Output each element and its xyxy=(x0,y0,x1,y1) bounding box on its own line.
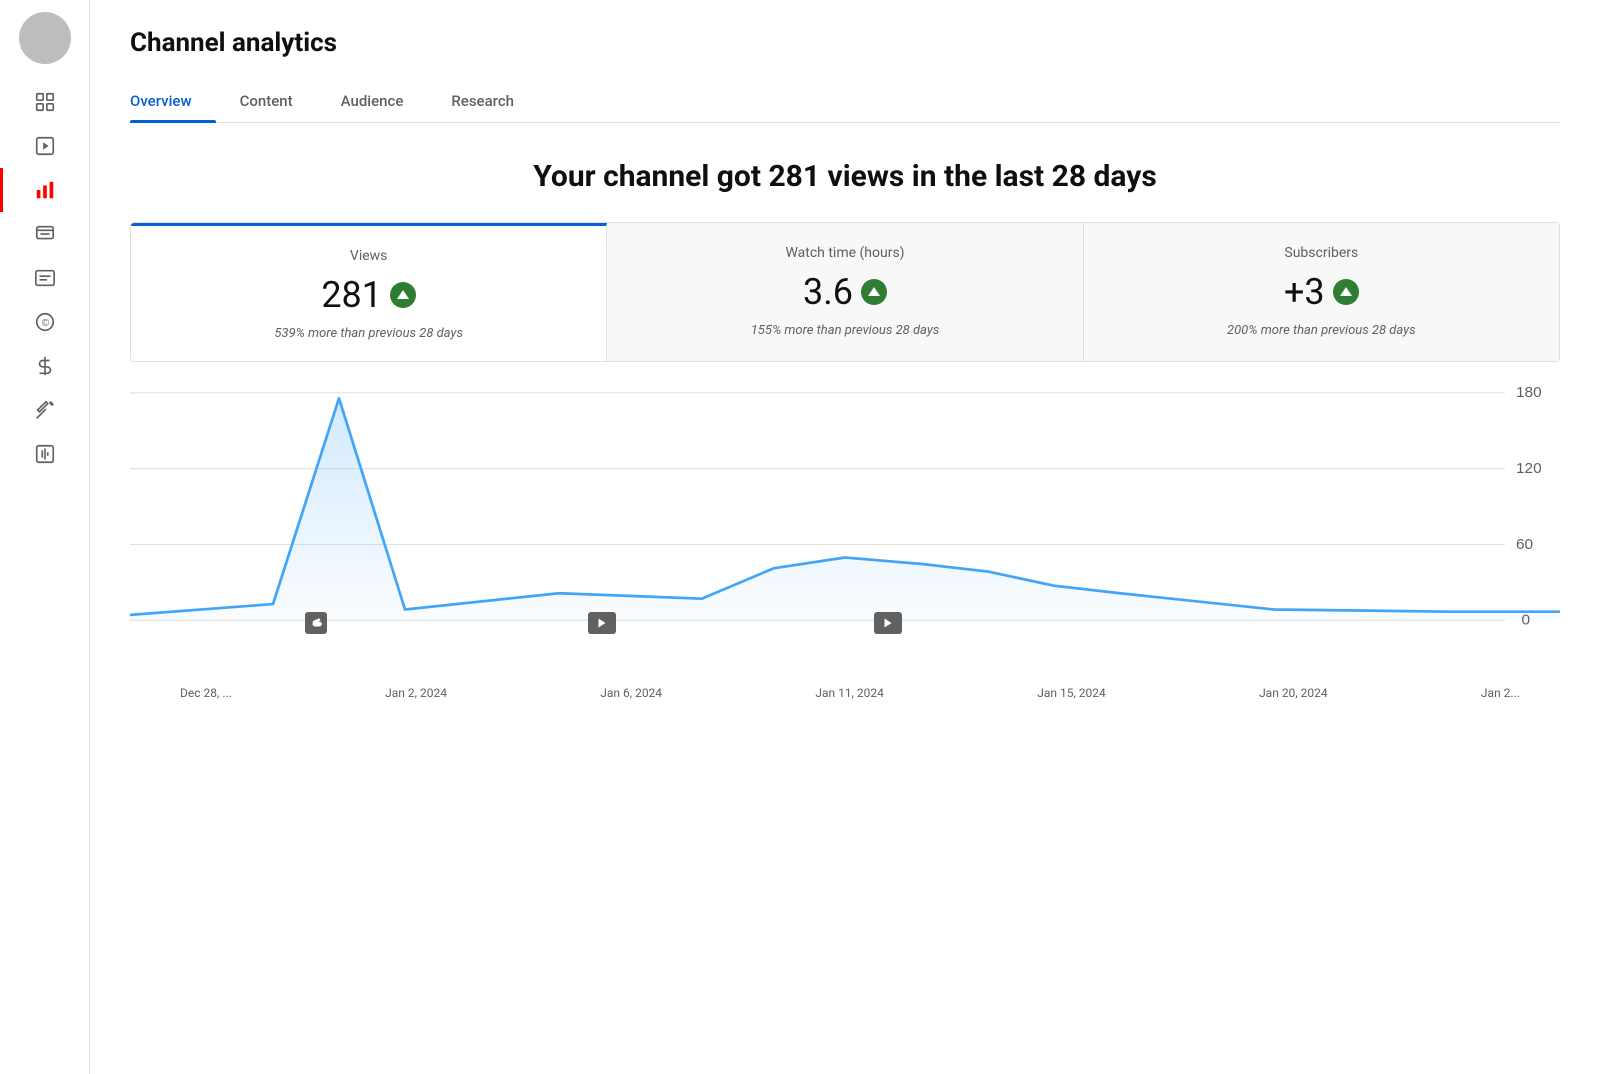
sidebar-item-analytics[interactable] xyxy=(0,168,89,212)
sidebar: © xyxy=(0,0,90,1074)
x-label-4: Jan 15, 2024 xyxy=(1037,686,1106,700)
views-label: Views xyxy=(159,248,578,264)
views-change: 539% more than previous 28 days xyxy=(159,326,578,341)
page-title: Channel analytics xyxy=(130,28,1560,58)
watchtime-value-row: 3.6 xyxy=(635,271,1054,313)
copyright-icon: © xyxy=(33,310,57,334)
watchtime-up-badge xyxy=(861,279,887,305)
comment-icon xyxy=(33,222,57,246)
sidebar-item-comments[interactable] xyxy=(0,212,89,256)
x-label-1: Jan 2, 2024 xyxy=(385,686,447,700)
x-label-6: Jan 2... xyxy=(1481,686,1520,700)
subscribers-label: Subscribers xyxy=(1112,245,1531,261)
chart-svg: 180 120 60 0 xyxy=(130,382,1560,642)
svg-text:©: © xyxy=(41,318,49,329)
subscribers-value-row: +3 xyxy=(1112,271,1531,313)
video-marker-1 xyxy=(588,612,616,634)
grid-icon xyxy=(33,90,57,114)
metrics-row: Views 281 539% more than previous 28 day… xyxy=(130,222,1560,362)
dollar-icon xyxy=(33,354,57,378)
subscribers-value: +3 xyxy=(1284,271,1325,313)
views-up-badge xyxy=(390,282,416,308)
metric-card-views[interactable]: Views 281 539% more than previous 28 day… xyxy=(131,223,607,361)
watchtime-change: 155% more than previous 28 days xyxy=(635,323,1054,338)
x-label-5: Jan 20, 2024 xyxy=(1259,686,1328,700)
bar-chart-icon xyxy=(33,178,57,202)
views-headline: Your channel got 281 views in the last 2… xyxy=(130,159,1560,194)
subscribers-up-badge xyxy=(1333,279,1359,305)
sidebar-item-audio[interactable] xyxy=(0,432,89,476)
shorts-marker xyxy=(305,612,327,634)
metric-card-subscribers[interactable]: Subscribers +3 200% more than previous 2… xyxy=(1084,223,1559,361)
x-label-3: Jan 11, 2024 xyxy=(815,686,884,700)
sidebar-item-copyright[interactable]: © xyxy=(0,300,89,344)
play-icon xyxy=(33,134,57,158)
tab-overview[interactable]: Overview xyxy=(130,80,216,122)
wand-icon xyxy=(33,398,57,422)
views-value-row: 281 xyxy=(159,274,578,316)
tabs: Overview Content Audience Research xyxy=(130,80,1560,123)
sidebar-item-customization[interactable] xyxy=(0,388,89,432)
tab-audience[interactable]: Audience xyxy=(317,80,428,122)
svg-text:0: 0 xyxy=(1522,612,1531,629)
music-icon xyxy=(33,442,57,466)
main-content: Channel analytics Overview Content Audie… xyxy=(90,0,1600,1074)
svg-text:120: 120 xyxy=(1516,460,1542,477)
sidebar-item-content[interactable] xyxy=(0,124,89,168)
watchtime-value: 3.6 xyxy=(803,271,853,313)
sidebar-item-monetization[interactable] xyxy=(0,344,89,388)
subtitles-icon xyxy=(33,266,57,290)
video-marker-2 xyxy=(874,612,902,634)
sidebar-item-dashboard[interactable] xyxy=(0,80,89,124)
subscribers-change: 200% more than previous 28 days xyxy=(1112,323,1531,338)
chart-area: 180 120 60 0 xyxy=(130,372,1560,1074)
chart-x-labels: Dec 28, ... Jan 2, 2024 Jan 6, 2024 Jan … xyxy=(130,682,1560,700)
x-label-0: Dec 28, ... xyxy=(180,686,232,700)
x-label-2: Jan 6, 2024 xyxy=(600,686,662,700)
avatar[interactable] xyxy=(19,12,71,64)
views-value: 281 xyxy=(321,274,382,316)
tab-content[interactable]: Content xyxy=(216,80,317,122)
tab-research[interactable]: Research xyxy=(427,80,538,122)
svg-text:180: 180 xyxy=(1516,384,1542,401)
metric-card-watchtime[interactable]: Watch time (hours) 3.6 155% more than pr… xyxy=(607,223,1083,361)
sidebar-item-subtitles[interactable] xyxy=(0,256,89,300)
watchtime-label: Watch time (hours) xyxy=(635,245,1054,261)
svg-text:60: 60 xyxy=(1516,536,1533,553)
